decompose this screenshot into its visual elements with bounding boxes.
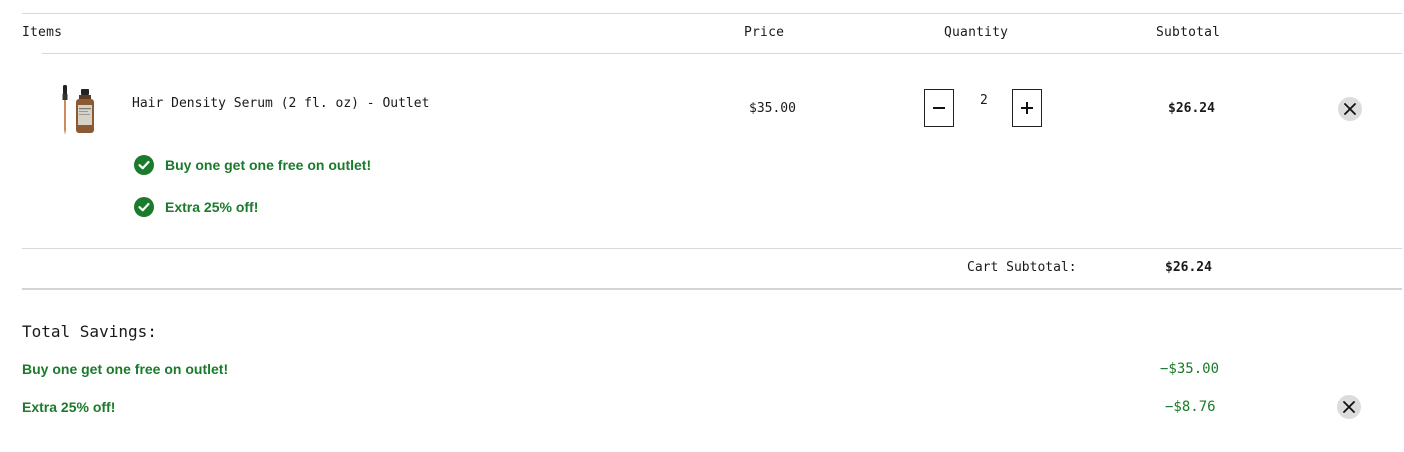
item-divider	[22, 248, 1402, 249]
cart-subtotal-value: $26.24	[1165, 260, 1212, 275]
column-header-items: Items	[22, 25, 63, 40]
subtotal-divider	[22, 288, 1402, 290]
decrease-quantity-button[interactable]	[924, 89, 954, 127]
serum-bottle-image	[62, 85, 94, 135]
table-top-divider	[22, 13, 1402, 14]
savings-amount-bogo: −$35.00	[1160, 361, 1220, 377]
increase-quantity-button[interactable]	[1012, 89, 1042, 127]
check-circle-icon	[134, 155, 154, 175]
savings-label-bogo: Buy one get one free on outlet!	[22, 361, 229, 377]
close-icon	[1343, 401, 1355, 413]
column-header-quantity: Quantity	[944, 25, 1009, 40]
column-header-price: Price	[744, 25, 785, 40]
minus-icon	[933, 107, 945, 109]
product-name-link[interactable]: Hair Density Serum (2 fl. oz) - Outlet	[132, 96, 429, 111]
promo-label-bogo: Buy one get one free on outlet!	[165, 157, 372, 173]
cart-subtotal-label: Cart Subtotal:	[967, 260, 1077, 275]
savings-amount-extra-off: −$8.76	[1165, 399, 1216, 415]
savings-label-extra-off: Extra 25% off!	[22, 399, 116, 415]
promo-label-extra-off: Extra 25% off!	[165, 199, 259, 215]
column-header-subtotal: Subtotal	[1156, 25, 1221, 40]
remove-item-button[interactable]	[1338, 97, 1362, 121]
remove-discount-button[interactable]	[1337, 395, 1361, 419]
check-circle-icon	[134, 197, 154, 217]
product-thumbnail[interactable]	[58, 83, 98, 137]
item-subtotal: $26.24	[1168, 101, 1215, 116]
header-divider	[42, 53, 1402, 54]
total-savings-title: Total Savings:	[22, 322, 157, 341]
quantity-value[interactable]: 2	[980, 93, 988, 108]
plus-icon	[1021, 102, 1033, 114]
item-price: $35.00	[749, 101, 796, 116]
close-icon	[1344, 103, 1356, 115]
